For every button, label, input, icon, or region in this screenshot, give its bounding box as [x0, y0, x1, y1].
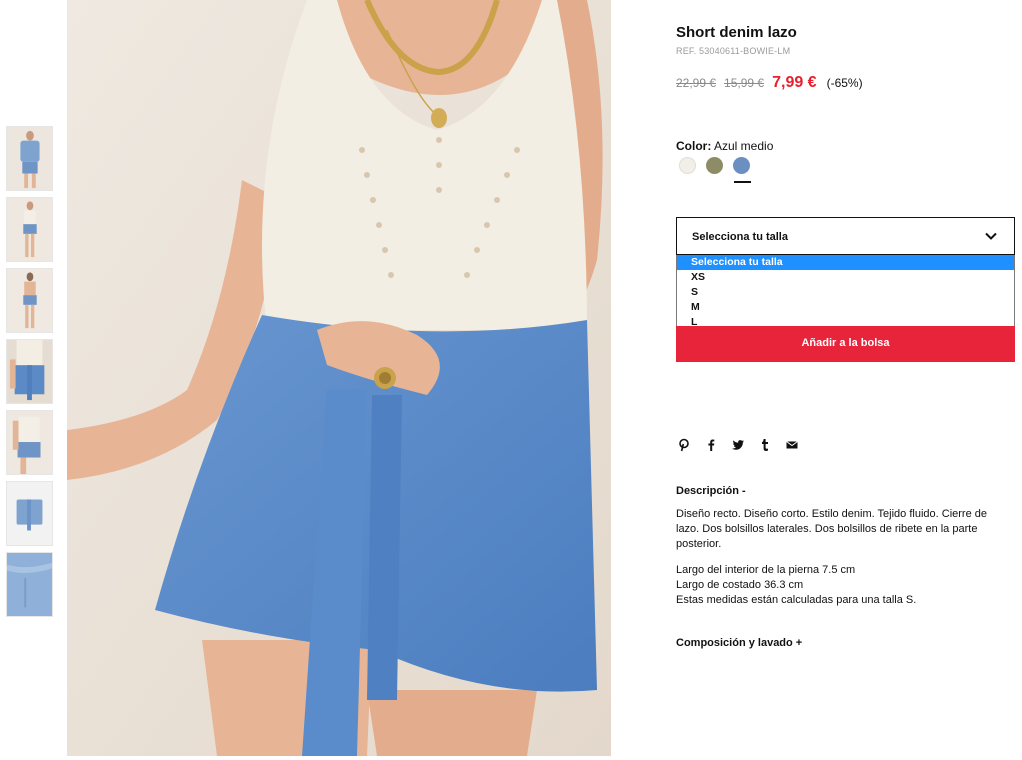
pinterest-icon[interactable]: [677, 438, 691, 452]
thumbnail-1[interactable]: [6, 126, 53, 191]
share-icons: [677, 438, 812, 452]
description-text: Diseño recto. Diseño corto. Estilo denim…: [676, 508, 988, 550]
mail-icon[interactable]: [785, 438, 799, 452]
previous-price: 15,99 €: [724, 76, 765, 90]
measure-line: Largo del interior de la pierna 7.5 cm: [676, 564, 856, 576]
discount-badge: (-65%): [826, 76, 863, 90]
thumbnail-4[interactable]: [6, 339, 53, 404]
thumbnail-6[interactable]: [6, 481, 53, 546]
selected-swatch-indicator: [734, 181, 751, 183]
thumbnail-3[interactable]: [6, 268, 53, 333]
size-dropdown-list: Selecciona tu talla XS S M L: [676, 255, 1015, 330]
thumbnail-5[interactable]: [6, 410, 53, 475]
chevron-down-icon: [985, 232, 997, 240]
size-option-m[interactable]: M: [677, 300, 1014, 315]
measure-line: Estas medidas están calculadas para una …: [676, 594, 917, 606]
original-price: 22,99 €: [676, 76, 717, 90]
color-label-title: Color:: [676, 139, 712, 153]
description-title[interactable]: Descripción -: [676, 485, 746, 497]
price-block: 22,99 € 15,99 € 7,99 € (-65%): [676, 74, 863, 92]
add-to-bag-button[interactable]: Añadir a la bolsa: [676, 326, 1015, 362]
product-title: Short denim lazo: [676, 24, 797, 41]
thumbnail-2[interactable]: [6, 197, 53, 262]
measures-block: Largo del interior de la pierna 7.5 cm L…: [676, 563, 1011, 608]
product-ref: REF. 53040611-BOWIE-LM: [676, 46, 791, 56]
facebook-icon[interactable]: [704, 438, 718, 452]
swatch-blue[interactable]: [733, 157, 750, 174]
thumbnail-7[interactable]: [6, 552, 53, 617]
size-option-s[interactable]: S: [677, 285, 1014, 300]
swatch-white[interactable]: [679, 157, 696, 174]
size-select[interactable]: Selecciona tu talla: [676, 217, 1015, 255]
main-product-image: [67, 0, 611, 756]
size-select-value: Selecciona tu talla: [692, 231, 788, 243]
sale-price: 7,99 €: [772, 74, 817, 91]
twitter-icon[interactable]: [731, 438, 745, 452]
thumbnail-gallery: [6, 126, 53, 623]
size-option-xs[interactable]: XS: [677, 270, 1014, 285]
color-swatches: [679, 157, 760, 174]
composition-title[interactable]: Composición y lavado +: [676, 637, 802, 649]
tumblr-icon[interactable]: [758, 438, 772, 452]
swatch-khaki[interactable]: [706, 157, 723, 174]
color-label: Color: Azul medio: [676, 139, 773, 153]
size-option-placeholder[interactable]: Selecciona tu talla: [677, 255, 1014, 270]
color-value: Azul medio: [714, 139, 774, 153]
measure-line: Largo de costado 36.3 cm: [676, 579, 804, 591]
